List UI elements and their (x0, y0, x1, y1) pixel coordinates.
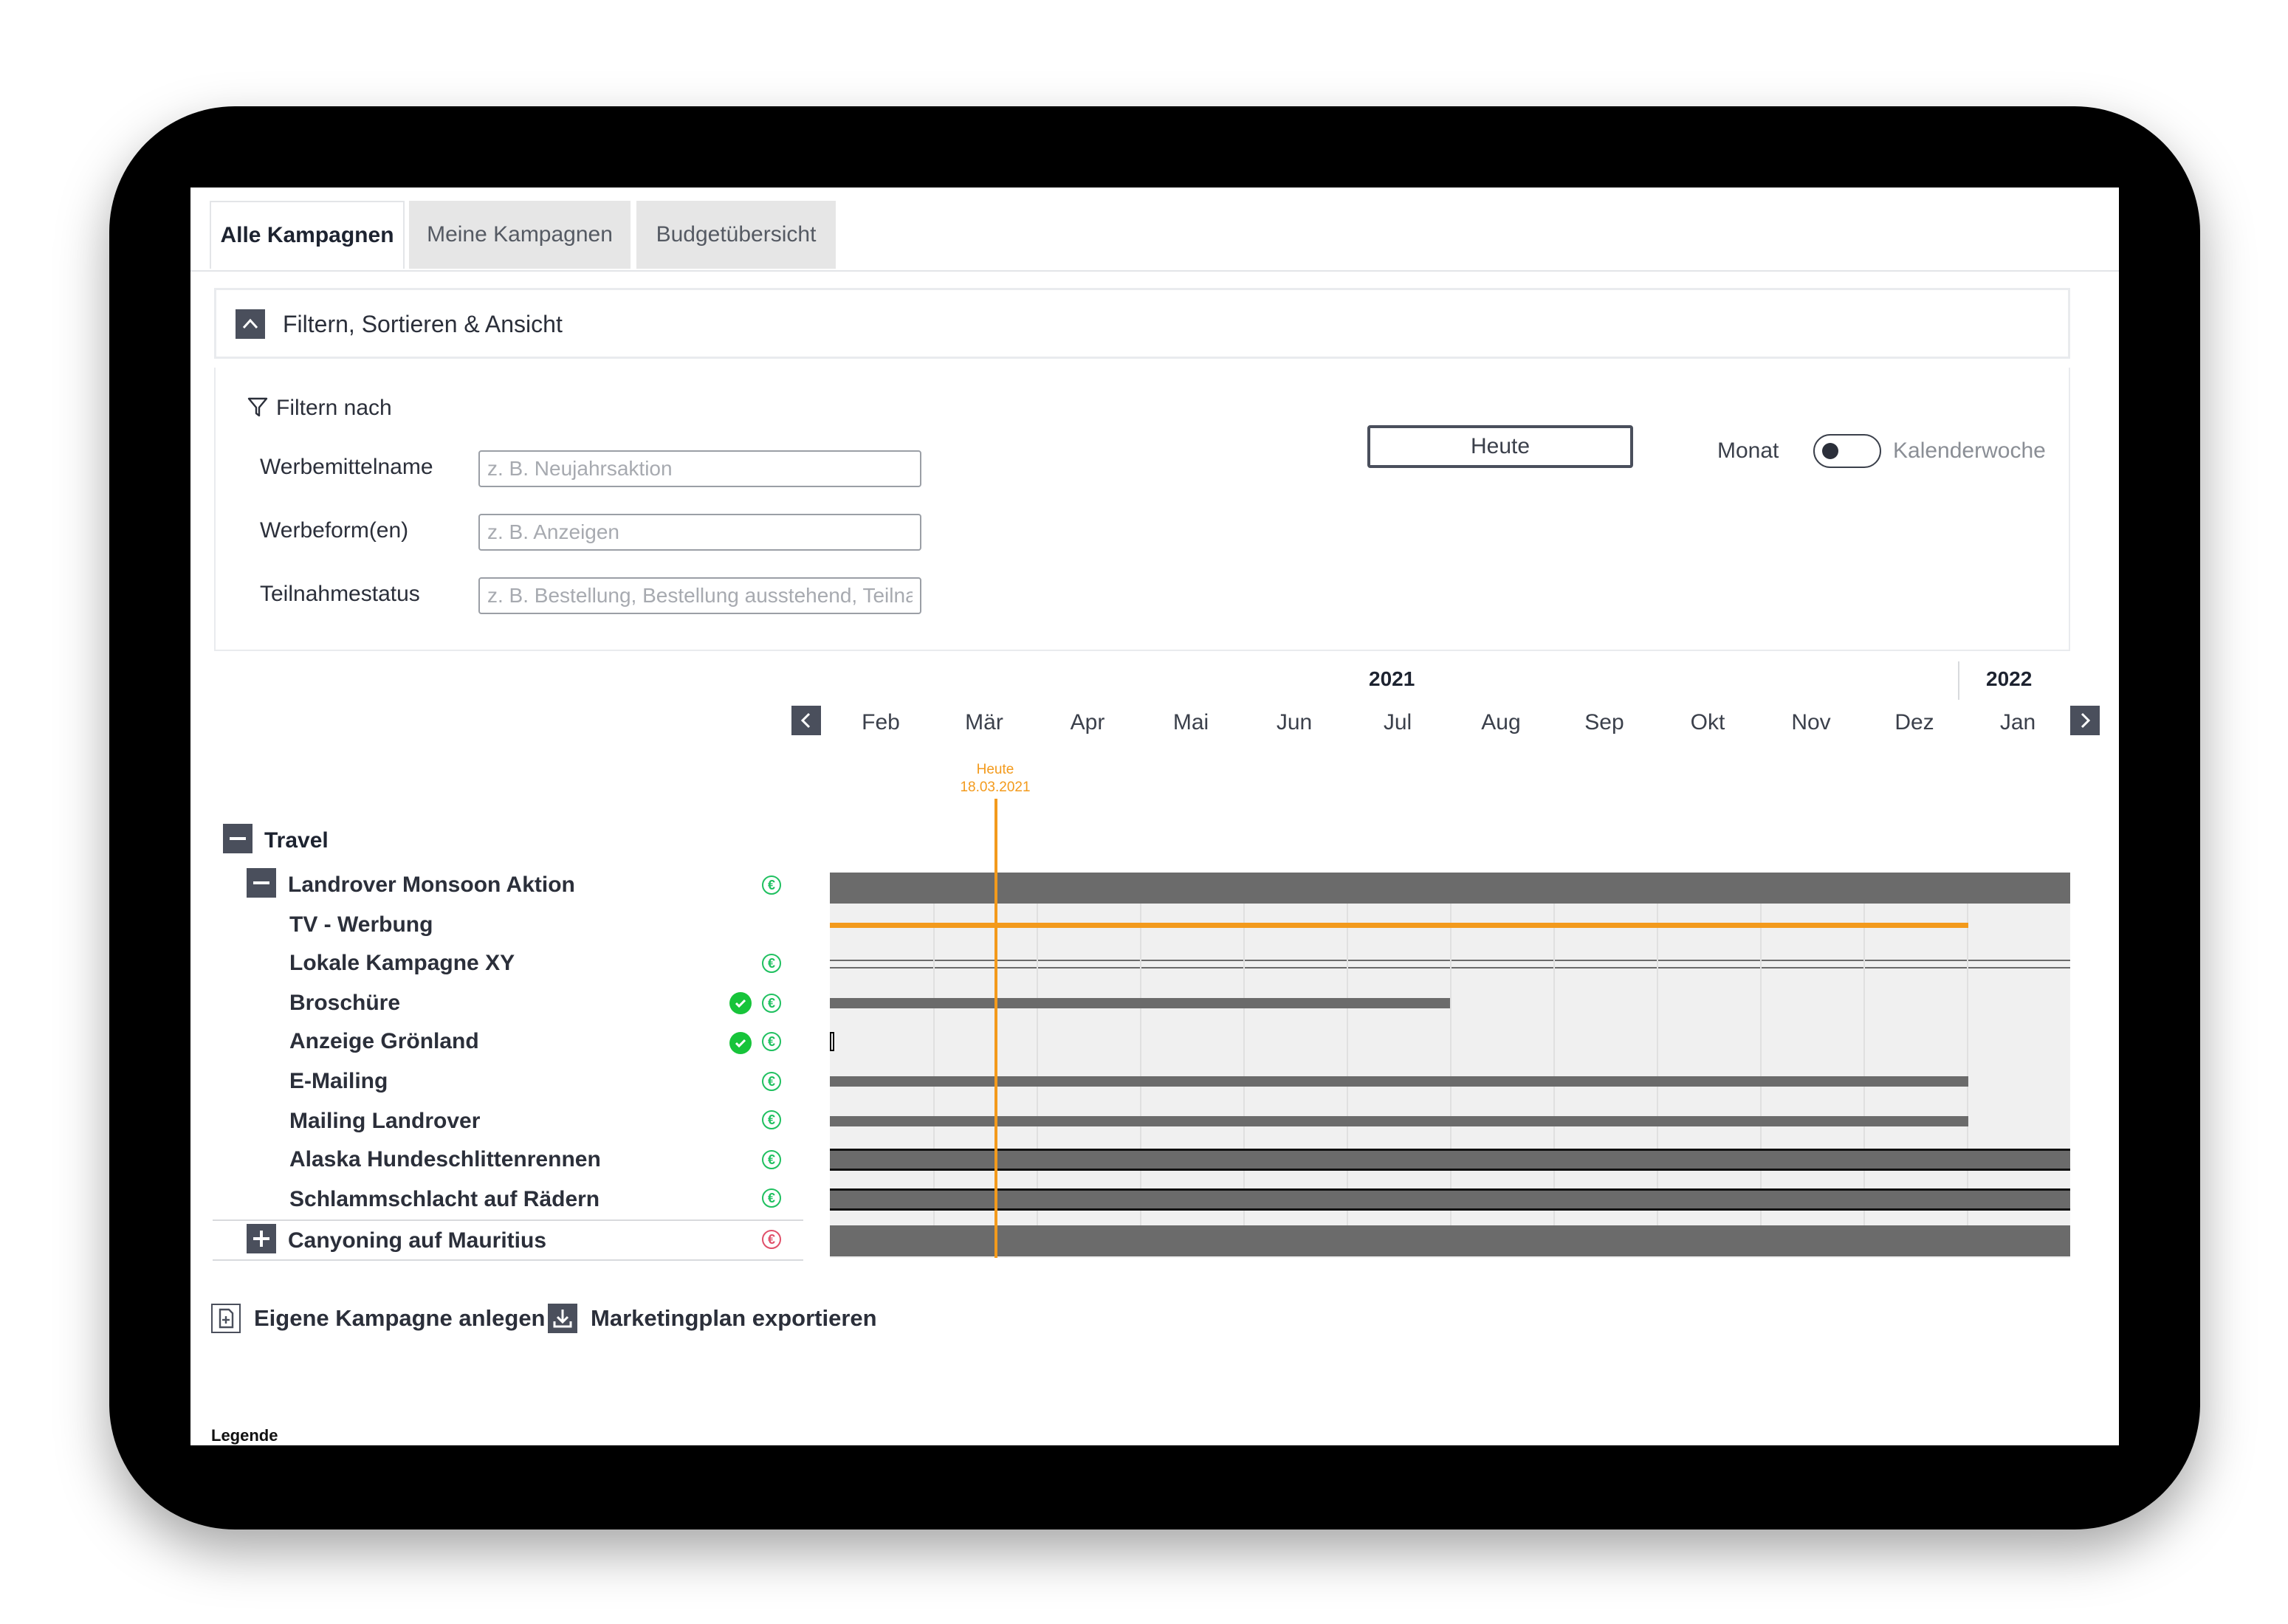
bar-anzeige-groenland[interactable] (830, 1032, 834, 1051)
timeline-next-button[interactable] (2070, 706, 2100, 735)
month-label: Apr (1070, 710, 1105, 734)
year-label-2022: 2022 (1986, 667, 2033, 690)
month-label: Nov (1791, 710, 1831, 734)
month-label: Aug (1481, 710, 1521, 734)
checkmark-icon (735, 1039, 746, 1048)
budget-icon[interactable]: € (762, 1150, 781, 1169)
today-marker-label: Heute (976, 762, 1014, 777)
item-mailing-landrover-label[interactable]: Mailing Landrover (289, 1109, 480, 1134)
toggle-label-monat: Monat (1717, 438, 1779, 463)
campaign-canyoning-label[interactable]: Canyoning auf Mauritius (288, 1228, 546, 1253)
chevron-left-icon (800, 712, 811, 729)
budget-warning-icon[interactable]: € (762, 1230, 781, 1249)
budget-icon[interactable]: € (762, 1188, 781, 1208)
chevron-up-icon (242, 318, 258, 329)
item-e-mailing-label[interactable]: E-Mailing (289, 1069, 388, 1094)
today-button[interactable]: Heute (1367, 425, 1633, 468)
tab-alle-kampagnen[interactable]: Alle Kampagnen (210, 201, 405, 269)
bar-broschuere[interactable] (830, 998, 1450, 1008)
export-plan-label: Marketingplan exportieren (591, 1305, 877, 1331)
today-marker-date: 18.03.2021 (960, 780, 1031, 795)
export-plan-button[interactable]: Marketingplan exportieren (548, 1302, 877, 1335)
expand-canyoning-button[interactable] (247, 1224, 276, 1253)
plus-icon (253, 1231, 269, 1247)
werbemittelname-label: Werbemittelname (260, 455, 433, 479)
tab-meine-kampagnen[interactable]: Meine Kampagnen (409, 201, 631, 269)
year-label-2021: 2021 (1369, 667, 1415, 690)
status-ok-icon (729, 992, 752, 1014)
minus-icon (230, 837, 246, 840)
month-label: Jun (1276, 710, 1313, 734)
bar-canyoning[interactable] (830, 1225, 2070, 1256)
bar-tv-werbung[interactable] (830, 923, 1968, 928)
filter-panel-title: Filtern, Sortieren & Ansicht (283, 311, 563, 337)
werbemittelname-input[interactable] (478, 450, 921, 487)
month-label: Okt (1690, 710, 1725, 734)
create-campaign-label: Eigene Kampagne anlegen (254, 1305, 546, 1331)
status-ok-icon (729, 1032, 752, 1054)
month-label: Jan (1999, 710, 2036, 734)
budget-icon[interactable]: € (762, 1032, 781, 1051)
teilnahmestatus-input[interactable] (478, 577, 921, 614)
download-icon (548, 1304, 577, 1333)
item-anzeige-groenland-label[interactable]: Anzeige Grönland (289, 1029, 479, 1054)
tab-bar: Alle Kampagnen Meine Kampagnen Budgetübe… (190, 187, 2119, 272)
bar-alaska[interactable] (830, 1149, 2070, 1171)
month-label: Jul (1383, 710, 1412, 734)
collapse-button[interactable] (236, 309, 265, 339)
item-lokale-kampagne-label[interactable]: Lokale Kampagne XY (289, 951, 515, 976)
filter-heading: Filtern nach (276, 396, 392, 420)
bar-landrover-monsoon[interactable] (830, 873, 2070, 904)
toggle-label-kalenderwoche: Kalenderwoche (1893, 438, 2046, 463)
filter-icon (247, 397, 268, 417)
new-document-icon (211, 1304, 241, 1333)
chevron-right-icon (2081, 712, 2091, 729)
app-screen: Alle Kampagnen Meine Kampagnen Budgetübe… (190, 187, 2119, 1445)
collapse-landrover-button[interactable] (247, 868, 276, 898)
minus-icon (253, 881, 269, 884)
month-label: Sep (1584, 710, 1624, 734)
timeline-prev-button[interactable] (791, 706, 821, 735)
budget-icon[interactable]: € (762, 954, 781, 973)
item-broschuere-label[interactable]: Broschüre (289, 991, 400, 1016)
werbeform-input[interactable] (478, 514, 921, 551)
item-alaska-label[interactable]: Alaska Hundeschlittenrennen (289, 1147, 601, 1172)
collapse-travel-button[interactable] (223, 824, 252, 853)
bar-e-mailing[interactable] (830, 1076, 1968, 1087)
today-marker-line (994, 799, 997, 1258)
month-label: Mai (1172, 710, 1209, 734)
row-divider (213, 1219, 803, 1221)
toggle-knob (1822, 443, 1838, 459)
filter-panel-header[interactable]: Filtern, Sortieren & Ansicht (214, 288, 2070, 359)
month-label: Mär (965, 710, 1003, 734)
view-toggle[interactable] (1813, 434, 1881, 468)
budget-icon[interactable]: € (762, 1110, 781, 1129)
budget-icon[interactable]: € (762, 1072, 781, 1091)
budget-icon[interactable]: € (762, 994, 781, 1013)
month-label: Dez (1894, 710, 1934, 734)
year-divider (1958, 661, 1959, 700)
bar-schlammschlacht[interactable] (830, 1188, 2070, 1211)
item-schlammschlacht-label[interactable]: Schlammschlacht auf Rädern (289, 1187, 600, 1212)
row-divider (213, 1259, 803, 1261)
create-campaign-button[interactable]: Eigene Kampagne anlegen (211, 1302, 546, 1335)
campaign-landrover-label[interactable]: Landrover Monsoon Aktion (288, 873, 575, 898)
tab-budgetuebersicht[interactable]: Budgetübersicht (636, 201, 836, 269)
legend-heading: Legende (211, 1426, 278, 1445)
bar-mailing-landrover[interactable] (830, 1116, 1968, 1126)
group-travel-label: Travel (264, 828, 329, 853)
checkmark-icon (735, 999, 746, 1008)
month-label: Feb (862, 710, 900, 734)
werbeform-label: Werbeform(en) (260, 518, 409, 543)
item-tv-werbung-label[interactable]: TV - Werbung (289, 912, 433, 937)
teilnahmestatus-label: Teilnahmestatus (260, 582, 420, 606)
budget-icon[interactable]: € (762, 875, 781, 895)
